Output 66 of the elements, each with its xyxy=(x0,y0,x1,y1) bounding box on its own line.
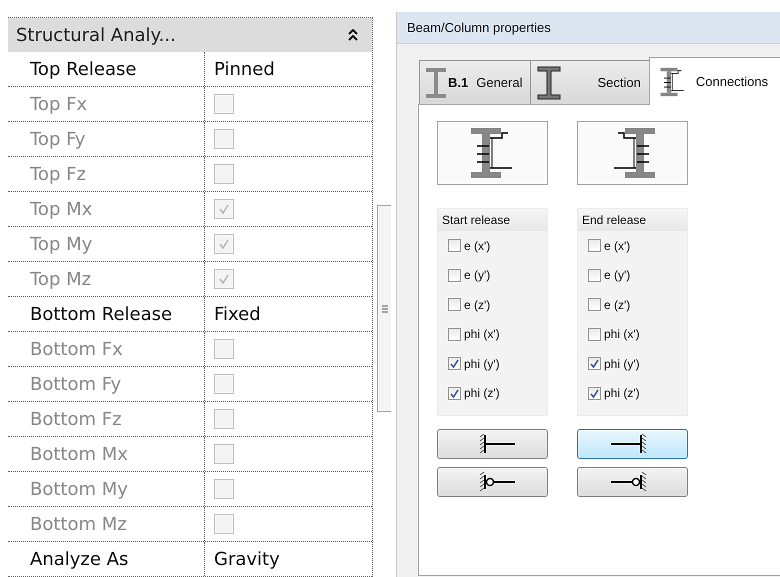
property-label: Top Release xyxy=(30,58,136,80)
property-label: Bottom Mz xyxy=(30,514,127,534)
checkbox[interactable] xyxy=(588,357,601,370)
support-button[interactable] xyxy=(437,467,548,497)
property-label: Top My xyxy=(30,234,92,254)
checkbox-label: e (z') xyxy=(464,298,490,312)
window-title: Beam/Column properties xyxy=(397,12,780,44)
checkbox-label: phi (y') xyxy=(604,356,640,371)
property-label: Analyze As xyxy=(30,548,128,570)
checkbox-label: phi (y') xyxy=(464,356,500,371)
support-button[interactable] xyxy=(577,429,688,459)
checkbox-label: phi (z') xyxy=(464,386,500,400)
property-value[interactable]: Pinned xyxy=(214,58,275,80)
checkbox[interactable] xyxy=(588,268,601,282)
property-label: Bottom Release xyxy=(30,304,172,324)
property-label: Top Mz xyxy=(30,268,92,290)
checkbox[interactable] xyxy=(448,239,461,252)
checkbox-label: e (x') xyxy=(604,238,630,253)
check-icon xyxy=(218,203,230,215)
i-beam-icon xyxy=(537,66,562,100)
property-label: Bottom Fz xyxy=(30,408,122,430)
check-icon xyxy=(590,388,599,398)
support-button[interactable] xyxy=(577,467,688,497)
property-label: Bottom Fy xyxy=(30,374,122,394)
checkbox-label: phi (x') xyxy=(604,327,640,342)
checkbox[interactable] xyxy=(448,268,461,282)
property-label: Top Fx xyxy=(30,94,88,114)
checkbox[interactable] xyxy=(588,298,601,312)
property-label: Bottom Fx xyxy=(30,338,123,360)
check-icon xyxy=(590,359,599,368)
property-value[interactable]: Fixed xyxy=(214,304,261,324)
tab[interactable]: Connections xyxy=(648,57,780,105)
checkbox[interactable] xyxy=(448,298,461,312)
check-icon xyxy=(218,238,230,250)
checkbox[interactable] xyxy=(588,328,601,341)
tab[interactable]: Section xyxy=(530,60,650,104)
tab[interactable]: B.1 General xyxy=(419,60,532,104)
checkbox[interactable] xyxy=(588,386,601,400)
connection-button[interactable] xyxy=(577,121,688,185)
checkbox-label: phi (x') xyxy=(464,327,500,342)
check-icon xyxy=(450,359,459,368)
support-button[interactable] xyxy=(437,429,548,459)
property-label: Bottom My xyxy=(30,478,128,500)
checkbox-label: phi (z') xyxy=(604,386,640,400)
check-icon xyxy=(218,273,230,285)
checkbox-label: e (y') xyxy=(604,268,630,282)
checkbox[interactable] xyxy=(448,357,461,370)
group-header[interactable]: Structural Analy... xyxy=(8,18,372,52)
connection-button[interactable] xyxy=(437,121,548,185)
checkbox[interactable] xyxy=(448,328,461,341)
property-value[interactable]: Gravity xyxy=(214,548,280,570)
property-label: Top Fz xyxy=(30,164,86,184)
checkbox-label: e (x') xyxy=(464,238,490,253)
collapse-icon[interactable] xyxy=(348,29,358,41)
group-title: Structural Analy... xyxy=(16,24,176,46)
check-icon xyxy=(450,388,459,398)
property-label: Top Mx xyxy=(30,198,92,220)
grip-icon[interactable] xyxy=(382,304,388,314)
property-label: Top Fy xyxy=(30,128,86,150)
checkbox[interactable] xyxy=(448,386,461,400)
checkbox-label: e (z') xyxy=(604,298,630,312)
property-label: Bottom Mx xyxy=(30,444,128,464)
checkbox[interactable] xyxy=(588,239,601,252)
checkbox-label: e (y') xyxy=(464,268,490,282)
tab-code-label: B.1 xyxy=(448,75,468,90)
i-beam-icon xyxy=(426,68,446,98)
